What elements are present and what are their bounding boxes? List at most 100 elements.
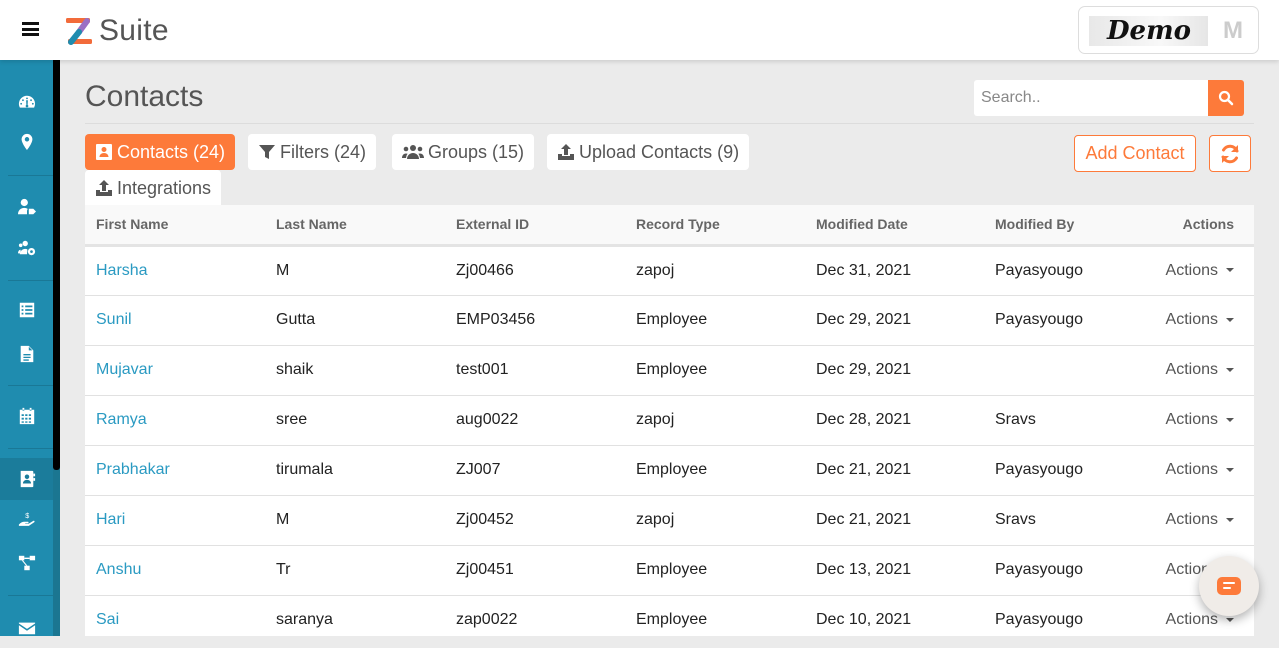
tab-integrations[interactable]: Integrations	[85, 170, 222, 206]
filter-icon	[259, 145, 275, 159]
sidebar-item-dashboard[interactable]	[0, 82, 53, 122]
last-name-cell: M	[265, 495, 445, 546]
tab-label: Contacts (24)	[117, 141, 226, 162]
search-icon	[1218, 90, 1234, 106]
first-name-link[interactable]: Ramya	[96, 411, 147, 428]
column-header-record-type[interactable]: Record Type	[625, 205, 805, 247]
actions-dropdown[interactable]: Actions	[1134, 345, 1254, 396]
actions-dropdown[interactable]: Actions	[1134, 495, 1254, 546]
sidebar-item-billing[interactable]: $	[0, 500, 53, 540]
column-header-modified-date[interactable]: Modified Date	[805, 205, 984, 247]
modified-date-cell: Dec 21, 2021	[805, 495, 984, 546]
avatar: M	[1223, 17, 1243, 44]
page-title: Contacts	[85, 80, 204, 113]
modified-by-cell: Payasyougo	[984, 595, 1134, 636]
column-header-first-name[interactable]: First Name	[85, 205, 265, 247]
modified-date-cell: Dec 29, 2021	[805, 295, 984, 346]
hand-dollar-icon: $	[18, 511, 35, 526]
chat-button[interactable]	[1199, 556, 1259, 616]
first-name-cell: Sai	[85, 595, 265, 636]
brand-logo[interactable]: Suite	[65, 14, 169, 48]
caret-down-icon	[1226, 467, 1234, 472]
record-type-cell: zapoj	[625, 245, 805, 296]
actions-label: Actions	[1165, 311, 1218, 328]
add-contact-button[interactable]: Add Contact	[1074, 135, 1196, 172]
modified-date-cell: Dec 28, 2021	[805, 395, 984, 446]
first-name-cell: Harsha	[85, 245, 265, 296]
record-type-cell: Employee	[625, 595, 805, 636]
sidebar-item-mail[interactable]	[0, 608, 53, 648]
external-id-cell: aug0022	[445, 395, 625, 446]
actions-dropdown[interactable]: Actions	[1134, 245, 1254, 296]
table-header-row: First Name Last Name External ID Record …	[85, 205, 1254, 247]
column-header-external-id[interactable]: External ID	[445, 205, 625, 247]
tab-label: Groups (15)	[428, 141, 525, 162]
file-icon	[20, 345, 33, 363]
sidebar-item-documents[interactable]	[0, 334, 53, 374]
external-id-cell: zap0022	[445, 595, 625, 636]
tab-contacts[interactable]: Contacts (24)	[85, 134, 236, 170]
tab-filters[interactable]: Filters (24)	[248, 134, 377, 170]
actions-dropdown[interactable]: Actions	[1134, 295, 1254, 346]
record-type-cell: Employee	[625, 545, 805, 596]
modified-by-cell: Payasyougo	[984, 445, 1134, 496]
table-row: Prabhakar tirumala ZJ007 Employee Dec 21, 20…	[85, 445, 1254, 496]
first-name-cell: Anshu	[85, 545, 265, 596]
sidebar-item-workflows[interactable]	[0, 543, 53, 583]
table-row: Ramya sree aug0022 zapoj Dec 28, 2021 Sravs Ac…	[85, 395, 1254, 446]
first-name-link[interactable]: Sunil	[96, 311, 132, 328]
refresh-button[interactable]	[1209, 135, 1251, 172]
search-button[interactable]	[1208, 80, 1244, 116]
caret-down-icon	[1226, 617, 1234, 622]
sidebar-scrollbar[interactable]	[53, 60, 60, 470]
sidebar-divider	[8, 595, 53, 596]
last-name-cell: Tr	[265, 545, 445, 596]
first-name-link[interactable]: Sai	[96, 611, 119, 628]
dashboard-icon	[18, 95, 35, 108]
external-id-cell: Zj00451	[445, 545, 625, 596]
modified-date-cell: Dec 29, 2021	[805, 345, 984, 396]
table-row: Hari M Zj00452 zapoj Dec 21, 2021 Sravs Action…	[85, 495, 1254, 546]
first-name-link[interactable]: Hari	[96, 511, 125, 528]
external-id-cell: Zj00452	[445, 495, 625, 546]
modified-by-cell: Payasyougo	[984, 245, 1134, 296]
profile-menu[interactable]: Demo M	[1078, 6, 1259, 54]
search-input[interactable]	[974, 80, 1208, 116]
tab-groups[interactable]: Groups (15)	[392, 134, 535, 170]
sidebar-item-user-tags[interactable]	[0, 187, 53, 227]
tab-upload-contacts[interactable]: Upload Contacts (9)	[547, 134, 750, 170]
last-name-cell: shaik	[265, 345, 445, 396]
sidebar-item-lists[interactable]	[0, 290, 53, 330]
record-type-cell: zapoj	[625, 395, 805, 446]
column-header-last-name[interactable]: Last Name	[265, 205, 445, 247]
menu-toggle-icon[interactable]	[22, 22, 39, 36]
sidebar-item-contacts[interactable]	[0, 458, 53, 500]
first-name-link[interactable]: Prabhakar	[96, 461, 170, 478]
modified-by-cell: Payasyougo	[984, 545, 1134, 596]
first-name-cell: Hari	[85, 495, 265, 546]
actions-dropdown[interactable]: Actions	[1134, 395, 1254, 446]
modified-by-cell	[984, 345, 1134, 396]
last-name-cell: saranya	[265, 595, 445, 636]
sidebar-divider	[8, 175, 53, 176]
last-name-cell: tirumala	[265, 445, 445, 496]
table-row: Sai saranya zap0022 Employee Dec 10, 2021 Pay…	[85, 595, 1254, 636]
list-icon	[19, 302, 34, 318]
first-name-link[interactable]: Anshu	[96, 561, 141, 578]
first-name-link[interactable]: Mujavar	[96, 361, 153, 378]
actions-dropdown[interactable]: Actions	[1134, 445, 1254, 496]
first-name-link[interactable]: Harsha	[96, 262, 148, 279]
sidebar-item-location[interactable]	[0, 122, 53, 162]
upload-icon	[96, 180, 112, 196]
last-name-cell: Gutta	[265, 295, 445, 346]
sidebar-item-calendar[interactable]	[0, 396, 53, 436]
main-content: Contacts Contacts (24) Filters (24) Grou…	[60, 60, 1279, 636]
caret-down-icon	[1226, 317, 1234, 322]
column-header-modified-by[interactable]: Modified By	[984, 205, 1134, 247]
top-bar: Suite Demo M	[0, 0, 1279, 60]
address-book-icon	[20, 470, 35, 488]
actions-label: Actions	[1165, 261, 1218, 279]
sidebar-item-user-settings[interactable]	[0, 228, 53, 268]
address-card-icon	[96, 144, 112, 160]
modified-by-cell: Sravs	[984, 395, 1134, 446]
